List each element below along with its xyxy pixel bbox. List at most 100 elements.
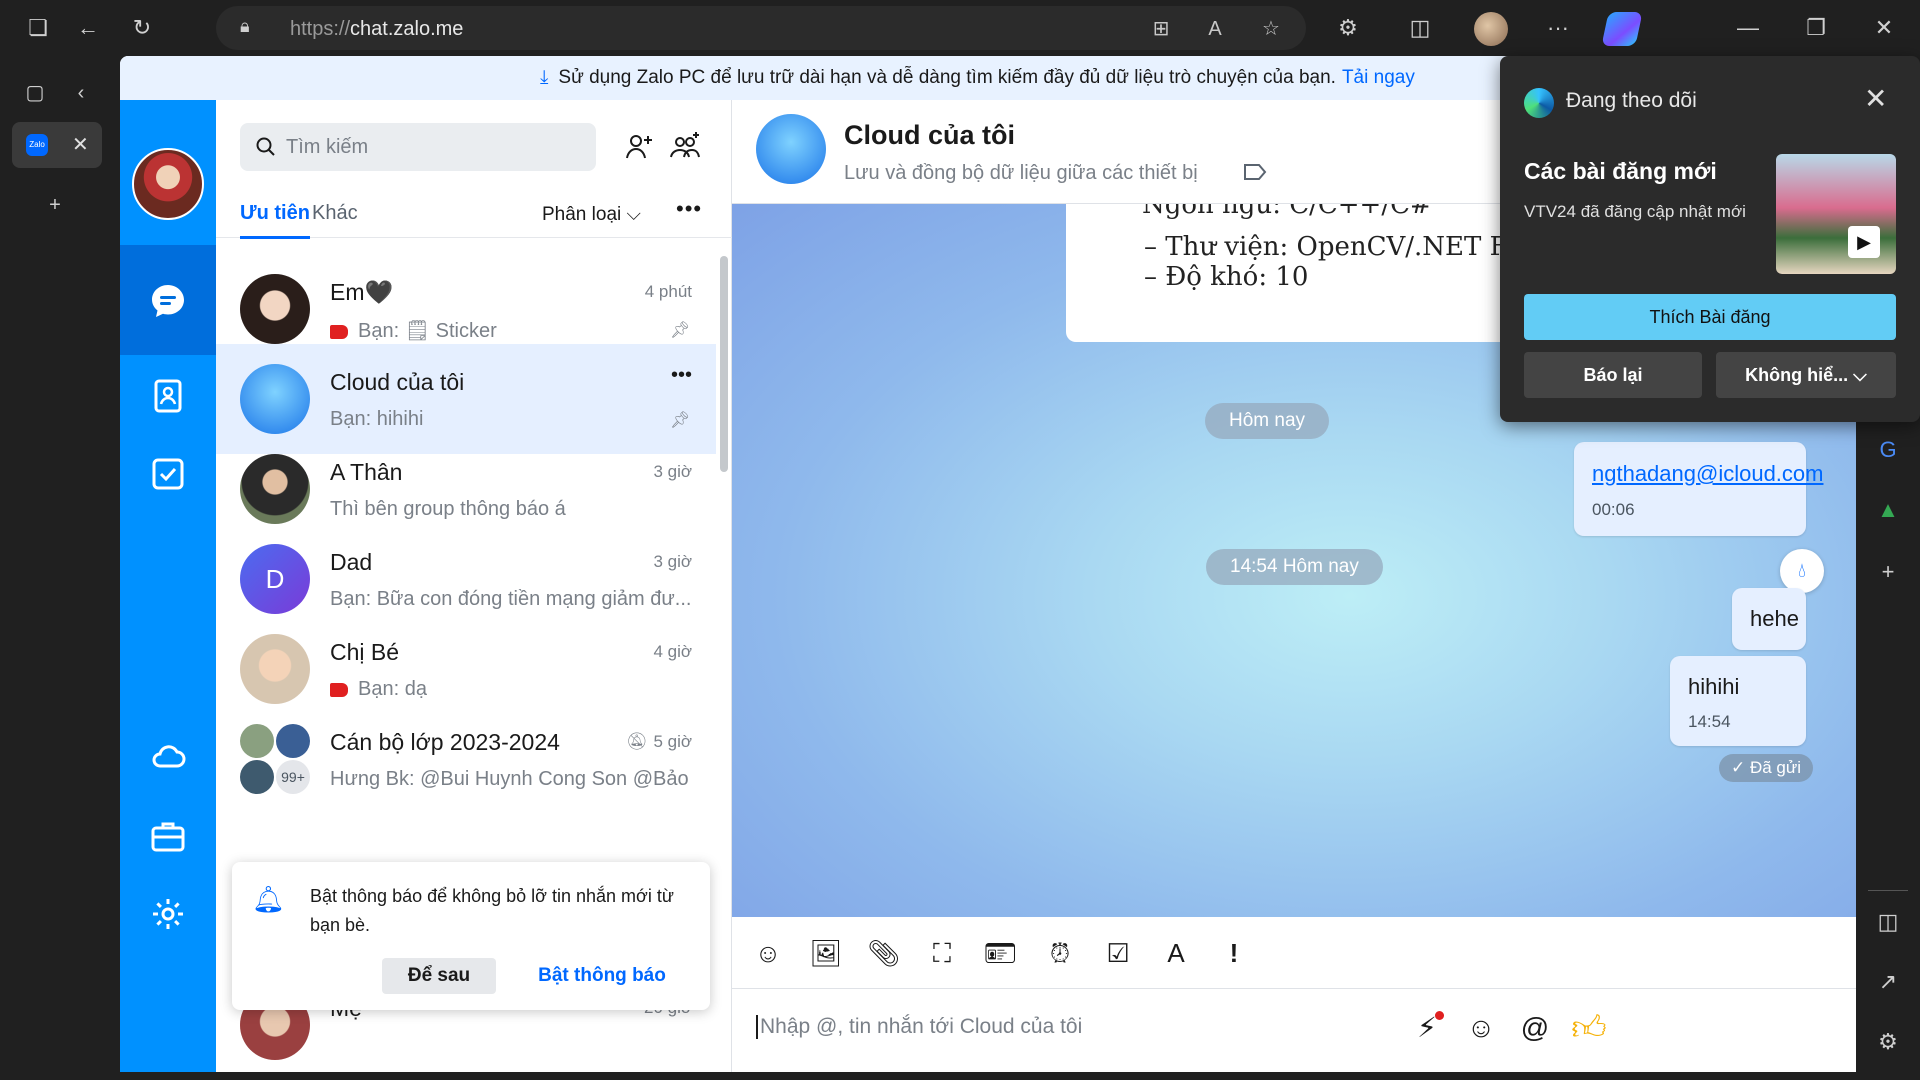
conversation-preview: Thì bên group thông báo á [330, 498, 566, 520]
add-friend-icon[interactable] [622, 130, 656, 164]
preview-text: Bạn: 🗒 Sticker [358, 320, 497, 342]
conversation-time: 3 giờ [653, 552, 692, 571]
quick-message-icon[interactable]: ⚡︎ [1408, 1009, 1446, 1047]
contact-card-icon[interactable]: 🪪︎ [982, 935, 1018, 971]
address-bar[interactable]: 🔒︎ https://chat.zalo.me ⊞ A ☆ [216, 6, 1306, 50]
close-tab-icon[interactable]: ✕ [72, 132, 89, 157]
banner-text: Sử dụng Zalo PC để lưu trữ dài hạn và dễ… [558, 67, 1336, 88]
conversation-name: A Thân [330, 459, 403, 485]
task-icon[interactable]: ☑ [1100, 935, 1136, 971]
search-input[interactable]: Tìm kiếm [240, 123, 596, 171]
message-bubble[interactable]: hihihi 14:54 [1670, 656, 1806, 746]
list-scrollbar[interactable] [720, 256, 728, 472]
settings-more-icon[interactable]: ··· [1542, 12, 1574, 44]
messages-nav[interactable] [120, 245, 216, 355]
close-window-icon[interactable]: ✕ [1868, 12, 1900, 44]
add-sidebar-app-icon[interactable]: + [1872, 556, 1904, 588]
urgent-icon[interactable]: ! [1216, 935, 1252, 971]
settings-nav[interactable] [120, 858, 216, 968]
favorite-star-icon[interactable]: ☆ [1256, 14, 1286, 44]
avatar [240, 274, 310, 344]
edge-logo-icon [1524, 88, 1554, 118]
minimize-icon[interactable]: — [1732, 12, 1764, 44]
drive-icon[interactable]: ▲ [1872, 494, 1904, 526]
attachment-icon[interactable]: 📎︎ [866, 935, 902, 971]
create-group-icon[interactable] [668, 130, 702, 164]
thumbs-up-icon[interactable]: 👍︎ [1570, 1009, 1608, 1047]
translate-icon[interactable]: G [1872, 434, 1904, 466]
conversation-preview: Bạn: Bữa con đóng tiền mạng giảm đư... [330, 588, 692, 610]
image-message[interactable]: Ngôn ngữ: C/C++/C# – Thư viện: OpenCV/.N… [1066, 204, 1552, 342]
image-icon[interactable]: 🖼︎ [808, 935, 844, 971]
split-screen-icon[interactable]: ◫ [1404, 12, 1436, 44]
tab-actions-icon[interactable]: ▢ [20, 78, 50, 108]
download-now-link[interactable]: Tải ngay [1342, 67, 1415, 88]
like-post-button[interactable]: Thích Bài đăng [1524, 294, 1896, 340]
emoji-icon[interactable]: ☺ [1462, 1009, 1500, 1047]
read-aloud-icon[interactable]: A [1200, 14, 1230, 44]
filter-dropdown[interactable]: Phân loại ⌵ [542, 204, 641, 226]
sidebar-layout-icon[interactable]: ◫ [1872, 906, 1904, 938]
sidebar-settings-icon[interactable]: ⚙ [1872, 1026, 1904, 1058]
url-text: https://chat.zalo.me [290, 18, 463, 41]
mention-icon[interactable]: @ [1516, 1009, 1554, 1047]
chat-bubble-icon [152, 285, 184, 318]
briefcase-icon [151, 822, 185, 852]
list-more-button[interactable]: ••• [676, 196, 702, 222]
workspaces-icon[interactable]: ❏ [22, 12, 54, 44]
filter-label: Phân loại [542, 204, 622, 225]
todo-nav[interactable] [120, 418, 216, 528]
preview-text: Bạn: dạ [358, 678, 427, 700]
email-link[interactable]: ngthadang@icloud.com [1592, 461, 1823, 487]
new-tab-icon[interactable]: + [40, 190, 70, 220]
list-tabs: Ưu tiên Khác Phân loại ⌵ ••• [216, 192, 732, 239]
popup-title: Các bài đăng mới [1524, 158, 1717, 184]
message-input[interactable]: Nhập @, tin nhắn tới Cloud của tôi [756, 1015, 1082, 1039]
collapse-panel-icon[interactable]: ‹ [66, 78, 96, 108]
checkbox-icon [152, 458, 184, 490]
message-time: 00:06 [1592, 500, 1635, 519]
close-popup-icon[interactable]: ✕ [1864, 82, 1887, 115]
post-thumbnail[interactable]: ▶ [1776, 154, 1896, 274]
copilot-icon[interactable] [1601, 12, 1643, 46]
search-icon [256, 137, 275, 156]
conversation-can-bo-lop[interactable]: 99+ Cán bộ lớp 2023-2024 Hưng Bk: @Bui H… [216, 704, 716, 814]
conversation-name: Chị Bé [330, 639, 400, 665]
url-host: chat.zalo.me [350, 18, 464, 40]
label-tag-icon [330, 682, 348, 697]
date-divider: Hôm nay [1205, 403, 1330, 439]
my-avatar[interactable] [132, 148, 204, 220]
restore-icon[interactable]: ❐ [1800, 12, 1832, 44]
conversation-name: Em🖤 [330, 279, 394, 305]
tab-zalo[interactable]: Zalo ✕ [12, 122, 102, 168]
url-scheme: https:// [290, 18, 351, 40]
lock-icon: 🔒︎ [240, 16, 250, 36]
member-avatar [276, 724, 310, 758]
conversation-more-button[interactable]: ••• [671, 364, 692, 387]
enable-notifications-button[interactable]: Bật thông báo [522, 958, 682, 994]
text-format-icon[interactable]: A [1158, 935, 1194, 971]
app-available-icon[interactable]: ⊞ [1146, 14, 1176, 44]
back-icon[interactable]: ← [72, 12, 104, 44]
quick-reaction-icon[interactable]: 💧︎ [1780, 549, 1824, 593]
tab-other[interactable]: Khác [312, 202, 358, 225]
refresh-icon[interactable]: ↻ [126, 12, 158, 44]
message-bubble[interactable]: hehe [1732, 588, 1806, 650]
profile-avatar[interactable] [1474, 12, 1508, 46]
sidebar-divider [1868, 890, 1908, 891]
composer-toolbar: ☺ 🖼︎ 📎︎ ⛶ 🪪︎ ⏰︎ ☑ A ! [732, 917, 1856, 989]
message-composer[interactable]: Nhập @, tin nhắn tới Cloud của tôi ⚡︎ ☺ … [732, 989, 1856, 1072]
sticker-icon[interactable]: ☺ [750, 935, 786, 971]
tag-label-icon[interactable] [1242, 162, 1268, 182]
report-button[interactable]: Báo lại [1524, 352, 1702, 398]
not-interested-dropdown[interactable]: Không hiể... ⌵ [1716, 352, 1896, 398]
conversation-name: Cán bộ lớp 2023-2024 [330, 729, 560, 755]
later-button[interactable]: Để sau [382, 958, 496, 994]
open-external-icon[interactable]: ↗ [1872, 966, 1904, 998]
tab-priority[interactable]: Ưu tiên [240, 202, 310, 239]
message-bubble[interactable]: ngthadang@icloud.com 00:06 [1574, 442, 1823, 536]
reminder-clock-icon[interactable]: ⏰︎ [1042, 935, 1078, 971]
time-text: 5 giờ [653, 732, 692, 751]
screenshot-icon[interactable]: ⛶ [924, 935, 960, 971]
extensions-icon[interactable]: ⚙ [1332, 12, 1364, 44]
